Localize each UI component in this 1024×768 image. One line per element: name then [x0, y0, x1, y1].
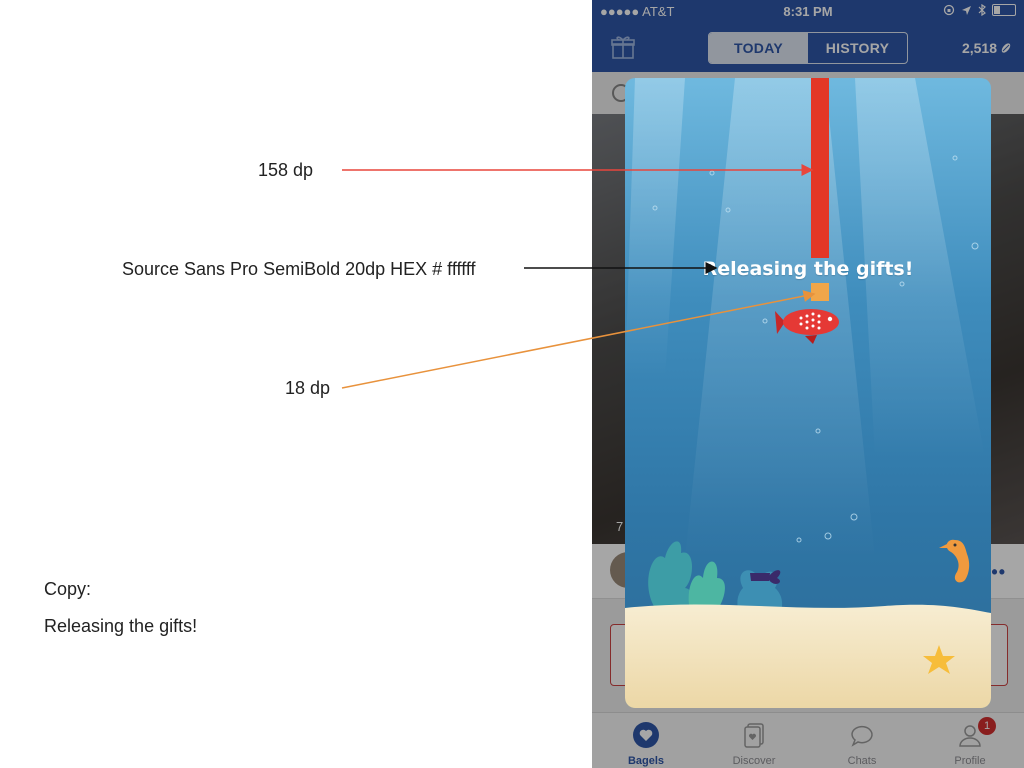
box-annotation-label: 18 dp — [285, 378, 331, 398]
phone-screen: ●●●●● AT&T 8:31 PM TODAY HISTORY 2,518 7 — [592, 0, 1024, 768]
fishing-line — [811, 78, 829, 258]
light-ray — [625, 78, 685, 378]
gift-box-icon — [811, 283, 829, 301]
copy-heading: Copy: — [44, 579, 92, 599]
seahorse-icon — [939, 539, 970, 583]
height-annotation-label: 158 dp — [258, 160, 314, 180]
releasing-gifts-message: Releasing the gifts! — [702, 258, 914, 280]
font-annotation-label: Source Sans Pro SemiBold 20dp HEX # ffff… — [122, 259, 476, 279]
underwater-scene — [625, 78, 991, 708]
copy-text: Releasing the gifts! — [44, 616, 198, 636]
gift-release-modal: Releasing the gifts! — [625, 78, 991, 708]
